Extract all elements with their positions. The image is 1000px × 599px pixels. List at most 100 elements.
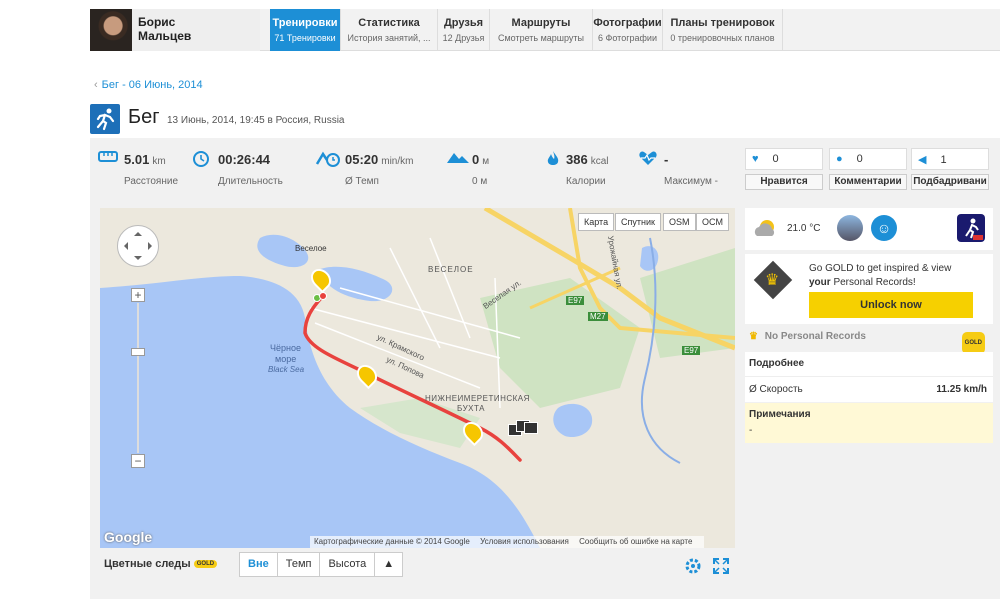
photo-markers[interactable] <box>508 420 538 440</box>
tab-workouts[interactable]: Тренировки 71 Тренировки <box>270 9 341 51</box>
cloud-icon <box>754 220 775 236</box>
stat-distance: 5.01 km Расстояние <box>98 151 178 187</box>
map-label-sea-2: море <box>275 354 297 364</box>
comment-icon: ● <box>836 153 843 165</box>
page-title: Бег <box>128 106 160 128</box>
chevron-left-icon: ‹ <box>94 79 98 91</box>
zoom-slider-handle[interactable] <box>131 348 145 356</box>
duration-value: 00:26:44 <box>218 152 271 167</box>
map-label-e97-a: E97 <box>566 296 585 305</box>
tab-training-plans-title: Планы тренировок <box>670 17 775 29</box>
trophy-icon: ♛ <box>749 331 758 342</box>
tab-routes[interactable]: Маршруты Смотреть маршруты <box>490 9 593 51</box>
cheer-button[interactable]: Подбадривани <box>911 174 989 190</box>
tab-statistics[interactable]: Статистика История занятий, ... <box>341 9 438 51</box>
tab-friends-title: Друзья <box>443 17 484 29</box>
comment-button[interactable]: Комментарии <box>829 174 907 190</box>
breadcrumb[interactable]: ‹ Бег - 06 Июнь, 2014 <box>94 79 203 91</box>
tab-workouts-sub: 71 Тренировки <box>274 33 336 43</box>
trail-option-off[interactable]: Вне <box>240 553 278 576</box>
pace-value: 05:20 <box>345 152 379 167</box>
ruler-icon <box>98 151 118 162</box>
avg-speed-label: Ø Скорость <box>749 384 803 395</box>
flame-icon <box>547 151 559 165</box>
stat-calories: 386 kcal Калории <box>547 151 609 187</box>
stat-pace: 05:20 min/km Ø Темп <box>315 151 414 187</box>
avatar[interactable] <box>90 9 132 51</box>
zoom-track[interactable] <box>137 303 139 453</box>
unlock-now-button[interactable]: Unlock now <box>809 292 973 318</box>
report-error-link[interactable]: Сообщить об ошибке на карте <box>579 537 692 546</box>
tab-photos-title: Фотографии <box>593 17 662 29</box>
stat-duration: 00:26:44 Длительность <box>193 151 283 187</box>
cheers-count-box: ◀ 1 <box>911 148 989 170</box>
elevation-unit: м <box>482 156 490 167</box>
terms-link[interactable]: Условия использования <box>480 537 569 546</box>
tab-photos[interactable]: Фотографии 6 Фотографии <box>593 9 663 51</box>
map-type-map[interactable]: Карта <box>578 213 615 231</box>
pan-control[interactable] <box>117 225 159 267</box>
pace-unit: min/km <box>381 156 414 167</box>
pace-label: Ø Темп <box>345 176 379 187</box>
tab-statistics-title: Статистика <box>358 17 420 29</box>
gold-badge: GOLD <box>961 332 985 354</box>
gold-promo: ♛ Go GOLD to get inspired & view your Pe… <box>745 254 993 324</box>
stat-elevation: 0м 0 м <box>447 152 490 187</box>
finish-marker <box>319 292 327 300</box>
trail-options-toggle[interactable]: ▲ <box>375 553 402 576</box>
tab-friends-sub: 12 Друзья <box>442 33 485 43</box>
gold-promo-text: Go GOLD to get inspired & view your Pers… <box>809 262 984 290</box>
comments-count: 0 <box>856 153 863 165</box>
trail-option-elevation[interactable]: Высота <box>320 553 376 576</box>
comments-count-box: ● 0 <box>829 148 907 170</box>
gold-promo-line2: Personal Records! <box>830 277 916 288</box>
details-box: Подробнее Ø Скорость 11.25 km/h <box>745 352 993 402</box>
distance-label: Расстояние <box>124 176 179 187</box>
user-first-name: Борис <box>138 15 176 29</box>
tab-workouts-title: Тренировки <box>272 17 338 29</box>
tab-statistics-sub: История занятий, ... <box>347 33 431 43</box>
tab-training-plans-sub: 0 тренировочных планов <box>670 33 775 43</box>
settings-icon[interactable] <box>684 557 702 578</box>
notes-box: Примечания - <box>745 403 993 443</box>
map-type-satellite[interactable]: Спутник <box>615 213 661 231</box>
heart-icon <box>639 151 657 165</box>
like-button[interactable]: Нравится <box>745 174 823 190</box>
running-icon <box>90 104 120 134</box>
elevation-sub: 0 м <box>472 176 488 187</box>
user-profile[interactable]: Борис Мальцев <box>90 9 260 51</box>
pan-arrows-icon <box>124 232 152 260</box>
breadcrumb-link[interactable]: Бег - 06 Июнь, 2014 <box>102 79 203 91</box>
trail-option-pace[interactable]: Темп <box>278 553 321 576</box>
records-text: No Personal Records <box>764 331 866 342</box>
heart-icon: ♥ <box>752 153 759 165</box>
gold-badge: GOLD <box>193 560 218 569</box>
page-subtitle: 13 Июнь, 2014, 19:45 в Россия, Russia <box>167 115 345 126</box>
clock-icon <box>193 151 209 167</box>
avg-speed-value: 11.25 km/h <box>936 384 987 395</box>
map-label-bay-2: БУХТА <box>457 404 485 413</box>
comments-widget: ● 0 Комментарии <box>829 148 907 190</box>
map-type-ocm[interactable]: OCM <box>696 213 729 231</box>
map-label-bay-1: НИЖНЕИМЕРЕТИНСКАЯ <box>425 394 530 403</box>
tab-training-plans[interactable]: Планы тренировок 0 тренировочных планов <box>663 9 783 51</box>
tab-photos-sub: 6 Фотографии <box>598 33 657 43</box>
temperature: 21.0 °C <box>787 223 821 234</box>
elevation-value: 0 <box>472 152 480 167</box>
map-type-osm[interactable]: OSM <box>663 213 696 231</box>
stat-heart-rate: - Максимум - <box>639 151 718 187</box>
zoom-out-button[interactable]: − <box>131 454 145 468</box>
calories-unit: kcal <box>590 156 609 167</box>
calories-label: Калории <box>566 176 606 187</box>
pace-icon <box>315 151 340 167</box>
notes-title: Примечания <box>749 409 811 420</box>
likes-count: 0 <box>772 153 779 165</box>
user-name[interactable]: Борис Мальцев <box>138 15 191 43</box>
route-map[interactable]: Веселое ВЕСЕЛОЕ Веселая ул. Чёрное море … <box>100 208 735 548</box>
trophy-icon: ♛ <box>765 272 780 289</box>
zoom-in-button[interactable]: + <box>131 288 145 302</box>
fullscreen-icon[interactable] <box>712 557 730 578</box>
map-label-village: Веселое <box>295 244 327 253</box>
tab-friends[interactable]: Друзья 12 Друзья <box>438 9 490 51</box>
runtastic-pro-icon <box>957 214 985 242</box>
